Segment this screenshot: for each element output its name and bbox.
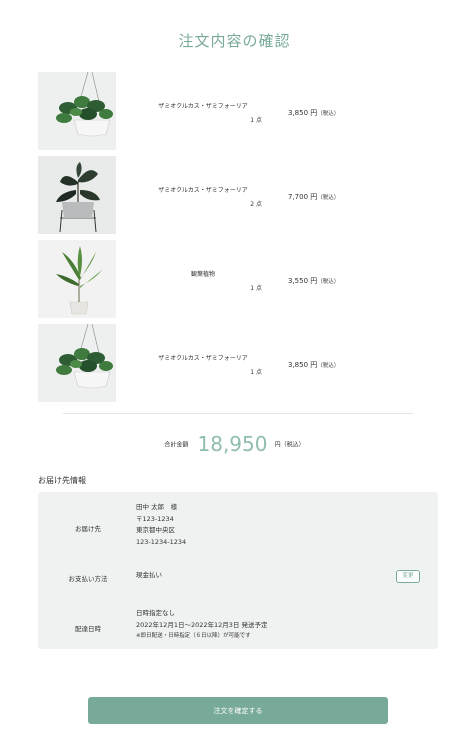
change-payment-button[interactable]: 変更	[396, 570, 420, 583]
delivery-info-panel: お届け先 田中 太郎 様 〒123-1234 東京都中央区 123-1234-1…	[38, 492, 438, 649]
item-quantity: 2 点	[250, 201, 262, 208]
phone-number: 123-1234-1234	[136, 537, 187, 546]
postal-code: 〒123-1234	[136, 514, 174, 523]
item-price-value: 7,700 円	[288, 193, 318, 201]
cart-item: ザミオクルカス・ザミフォーリア 2 点 7,700 円（税込）	[38, 156, 438, 234]
delivery-note: ※即日配送・日時指定（６日以降）が可能です	[136, 633, 251, 639]
product-image	[38, 72, 116, 150]
item-price: 7,700 円（税込）	[288, 192, 339, 202]
tax-label: （税込）	[317, 111, 340, 117]
item-name: ザミオクルカス・ザミフォーリア	[158, 187, 248, 194]
delivery-datetime-label: 配達日時	[75, 625, 101, 633]
total-label: 合計金額	[164, 441, 189, 449]
delivery-section-title: お届け先情報	[38, 476, 86, 485]
cart-item: ザミオクルカス・ザミフォーリア 1 点 3,850 円（税込）	[38, 72, 438, 150]
delivery-datetime-value: 日時指定なし 2022年12月1日〜2022年12月3日 発送予定 ※即日配送・…	[136, 608, 267, 643]
payment-label: お支払い方法	[68, 575, 108, 583]
item-quantity: 1 点	[250, 369, 262, 376]
item-price-value: 3,550 円	[288, 277, 318, 285]
item-price-value: 3,850 円	[288, 109, 318, 117]
product-image	[38, 156, 116, 234]
total-unit: 円（税込）	[274, 441, 305, 449]
item-quantity: 1 点	[250, 285, 262, 292]
cart-item: ザミオクルカス・ザミフォーリア 1 点 3,850 円（税込）	[38, 324, 438, 402]
divider	[63, 413, 413, 414]
datetime-option: 日時指定なし	[136, 609, 175, 617]
product-image	[38, 324, 116, 402]
total-amount: 18,950	[197, 432, 268, 456]
address-value: 田中 太郎 様 〒123-1234 東京都中央区 123-1234-1234	[136, 502, 186, 548]
confirm-order-button[interactable]: 注文を確定する	[88, 697, 388, 724]
payment-value: 現金払い	[136, 571, 162, 579]
item-price: 3,850 円（税込）	[288, 360, 339, 370]
item-name: ザミオクルカス・ザミフォーリア	[158, 355, 248, 362]
address-line: 東京都中央区	[136, 526, 175, 534]
item-price: 3,850 円（税込）	[288, 108, 339, 118]
cart-item: 観葉植物 1 点 3,550 円（税込）	[38, 240, 438, 318]
tax-label: （税込）	[317, 363, 340, 369]
item-price: 3,550 円（税込）	[288, 276, 339, 286]
item-name: 観葉植物	[190, 271, 215, 278]
page-title: 注文内容の確認	[178, 32, 291, 50]
item-name: ザミオクルカス・ザミフォーリア	[158, 103, 248, 110]
tax-label: （税込）	[317, 195, 340, 201]
tax-label: （税込）	[317, 279, 340, 285]
shipping-date-range: 2022年12月1日〜2022年12月3日 発送予定	[136, 620, 268, 629]
address-label: お届け先	[75, 525, 101, 533]
product-image	[38, 240, 116, 318]
total-row: 合計金額 18,950 円（税込）	[0, 432, 469, 456]
item-price-value: 3,850 円	[288, 361, 318, 369]
recipient-name: 田中 太郎 様	[136, 503, 178, 511]
item-quantity: 1 点	[250, 117, 262, 124]
